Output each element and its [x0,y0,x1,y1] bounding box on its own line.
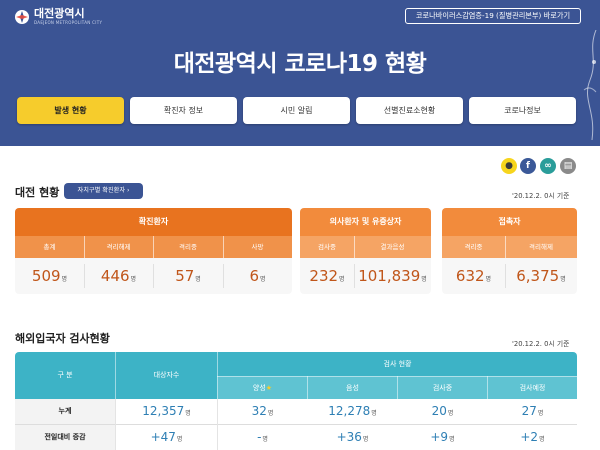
th-targets: 대상자수 [153,371,180,379]
th-testing: 검사중 [432,384,453,392]
city-emblem-icon [15,9,29,24]
logo-title: 대전광역시 [34,7,85,20]
nav-tab-clinics[interactable]: 선별진료소현황 [356,97,463,124]
row-cumulative-label: 누계 [58,407,72,415]
suspected-col-testing: 검사중 [300,236,354,258]
change-negative: +36명 [336,430,369,444]
nav-tab-corona-info[interactable]: 코로나정보 [469,97,576,124]
daejeon-status-title: 대전 현황 [15,186,60,199]
overseas-title: 해외입국자 검사현황 [15,332,110,345]
cumulative-positive: 32명 [251,404,274,418]
change-targets: +47명 [150,430,183,444]
cumulative-negative: 12,278명 [328,404,377,418]
page-title: 대전광역시 코로나19 현황 [173,51,427,77]
confirmed-isolated-value: 57명 [175,267,201,285]
district-confirmed-button[interactable]: 자치구별 확진환자 › [64,183,143,199]
confirmed-col-total: 총계 [15,236,84,258]
site-header: 대전광역시 DAEJEON METROPOLITAN CITY 코로나바이러스감… [0,0,600,146]
overseas-date: '20.12.2. 0시 기준 [512,340,570,348]
suspected-card: 의사환자 및 유증상자 검사중 결과음성 232명 101,839명 [300,208,431,294]
confirmed-total-value: 509명 [31,267,68,285]
nav-tab-patient-info[interactable]: 확진자 정보 [130,97,237,124]
suspected-card-head: 의사환자 및 유증상자 [300,208,431,236]
th-category: 구 분 [57,371,73,379]
contact-card: 접촉자 격리중 격리해제 632명 6,375명 [442,208,577,294]
kdca-external-link[interactable]: 코로나바이러스감염증-19 (질병관리본부) 바로가기 [405,8,581,24]
logo-subtitle: DAEJEON METROPOLITAN CITY [34,20,103,25]
print-icon[interactable]: ▤ [560,158,576,174]
contact-col-released: 격리해제 [505,236,577,258]
change-scheduled: +2명 [520,430,545,444]
th-positive: 양성★ [252,384,273,392]
cumulative-scheduled: 27명 [521,404,544,418]
row-daily-change-label: 전일대비 증감 [44,433,86,441]
cumulative-targets: 12,357명 [142,404,191,418]
suspected-testing-value: 232명 [309,267,345,285]
confirmed-col-isolated: 격리중 [153,236,223,258]
suspected-negative-value: 101,839명 [358,267,427,285]
confirmed-col-deceased: 사망 [223,236,292,258]
nav-tab-outbreak[interactable]: 발생 현황 [17,97,124,124]
contact-released-value: 6,375명 [516,267,566,285]
change-positive: -명 [257,430,268,444]
contact-card-head: 접촉자 [442,208,577,236]
contact-col-isolated: 격리중 [442,236,505,258]
change-testing: +9명 [430,430,455,444]
th-scheduled: 검사예정 [519,384,546,392]
suspected-col-negative: 결과음성 [354,236,431,258]
city-logo[interactable]: 대전광역시 DAEJEON METROPOLITAN CITY [14,8,102,25]
overseas-table: 구 분 대상자수 검사 현황 양성★ 음성 검사중 검사예정 누계 12,357… [15,352,577,450]
nav-tab-citizen-notice[interactable]: 시민 알림 [243,97,350,124]
kakaotalk-share-icon[interactable]: ● [501,158,517,174]
th-test-status: 검사 현황 [383,360,412,368]
link-share-icon[interactable]: ∞ [540,158,556,174]
confirmed-col-released: 격리해제 [84,236,153,258]
facebook-share-icon[interactable]: f [520,158,536,174]
th-negative: 음성 [346,384,359,392]
confirmed-card: 확진환자 총계 격리해제 격리중 사망 509명 446명 57명 6명 [15,208,292,294]
decorative-line-art [583,30,597,140]
confirmed-deceased-value: 6명 [249,267,266,285]
confirmed-card-head: 확진환자 [15,208,292,236]
main-nav: 발생 현황 확진자 정보 시민 알림 선별진료소현황 코로나정보 [17,97,577,124]
cumulative-testing: 20명 [431,404,454,418]
contact-isolated-value: 632명 [455,267,492,285]
confirmed-released-value: 446명 [100,267,137,285]
status-date: '20.12.2. 0시 기준 [512,192,570,200]
